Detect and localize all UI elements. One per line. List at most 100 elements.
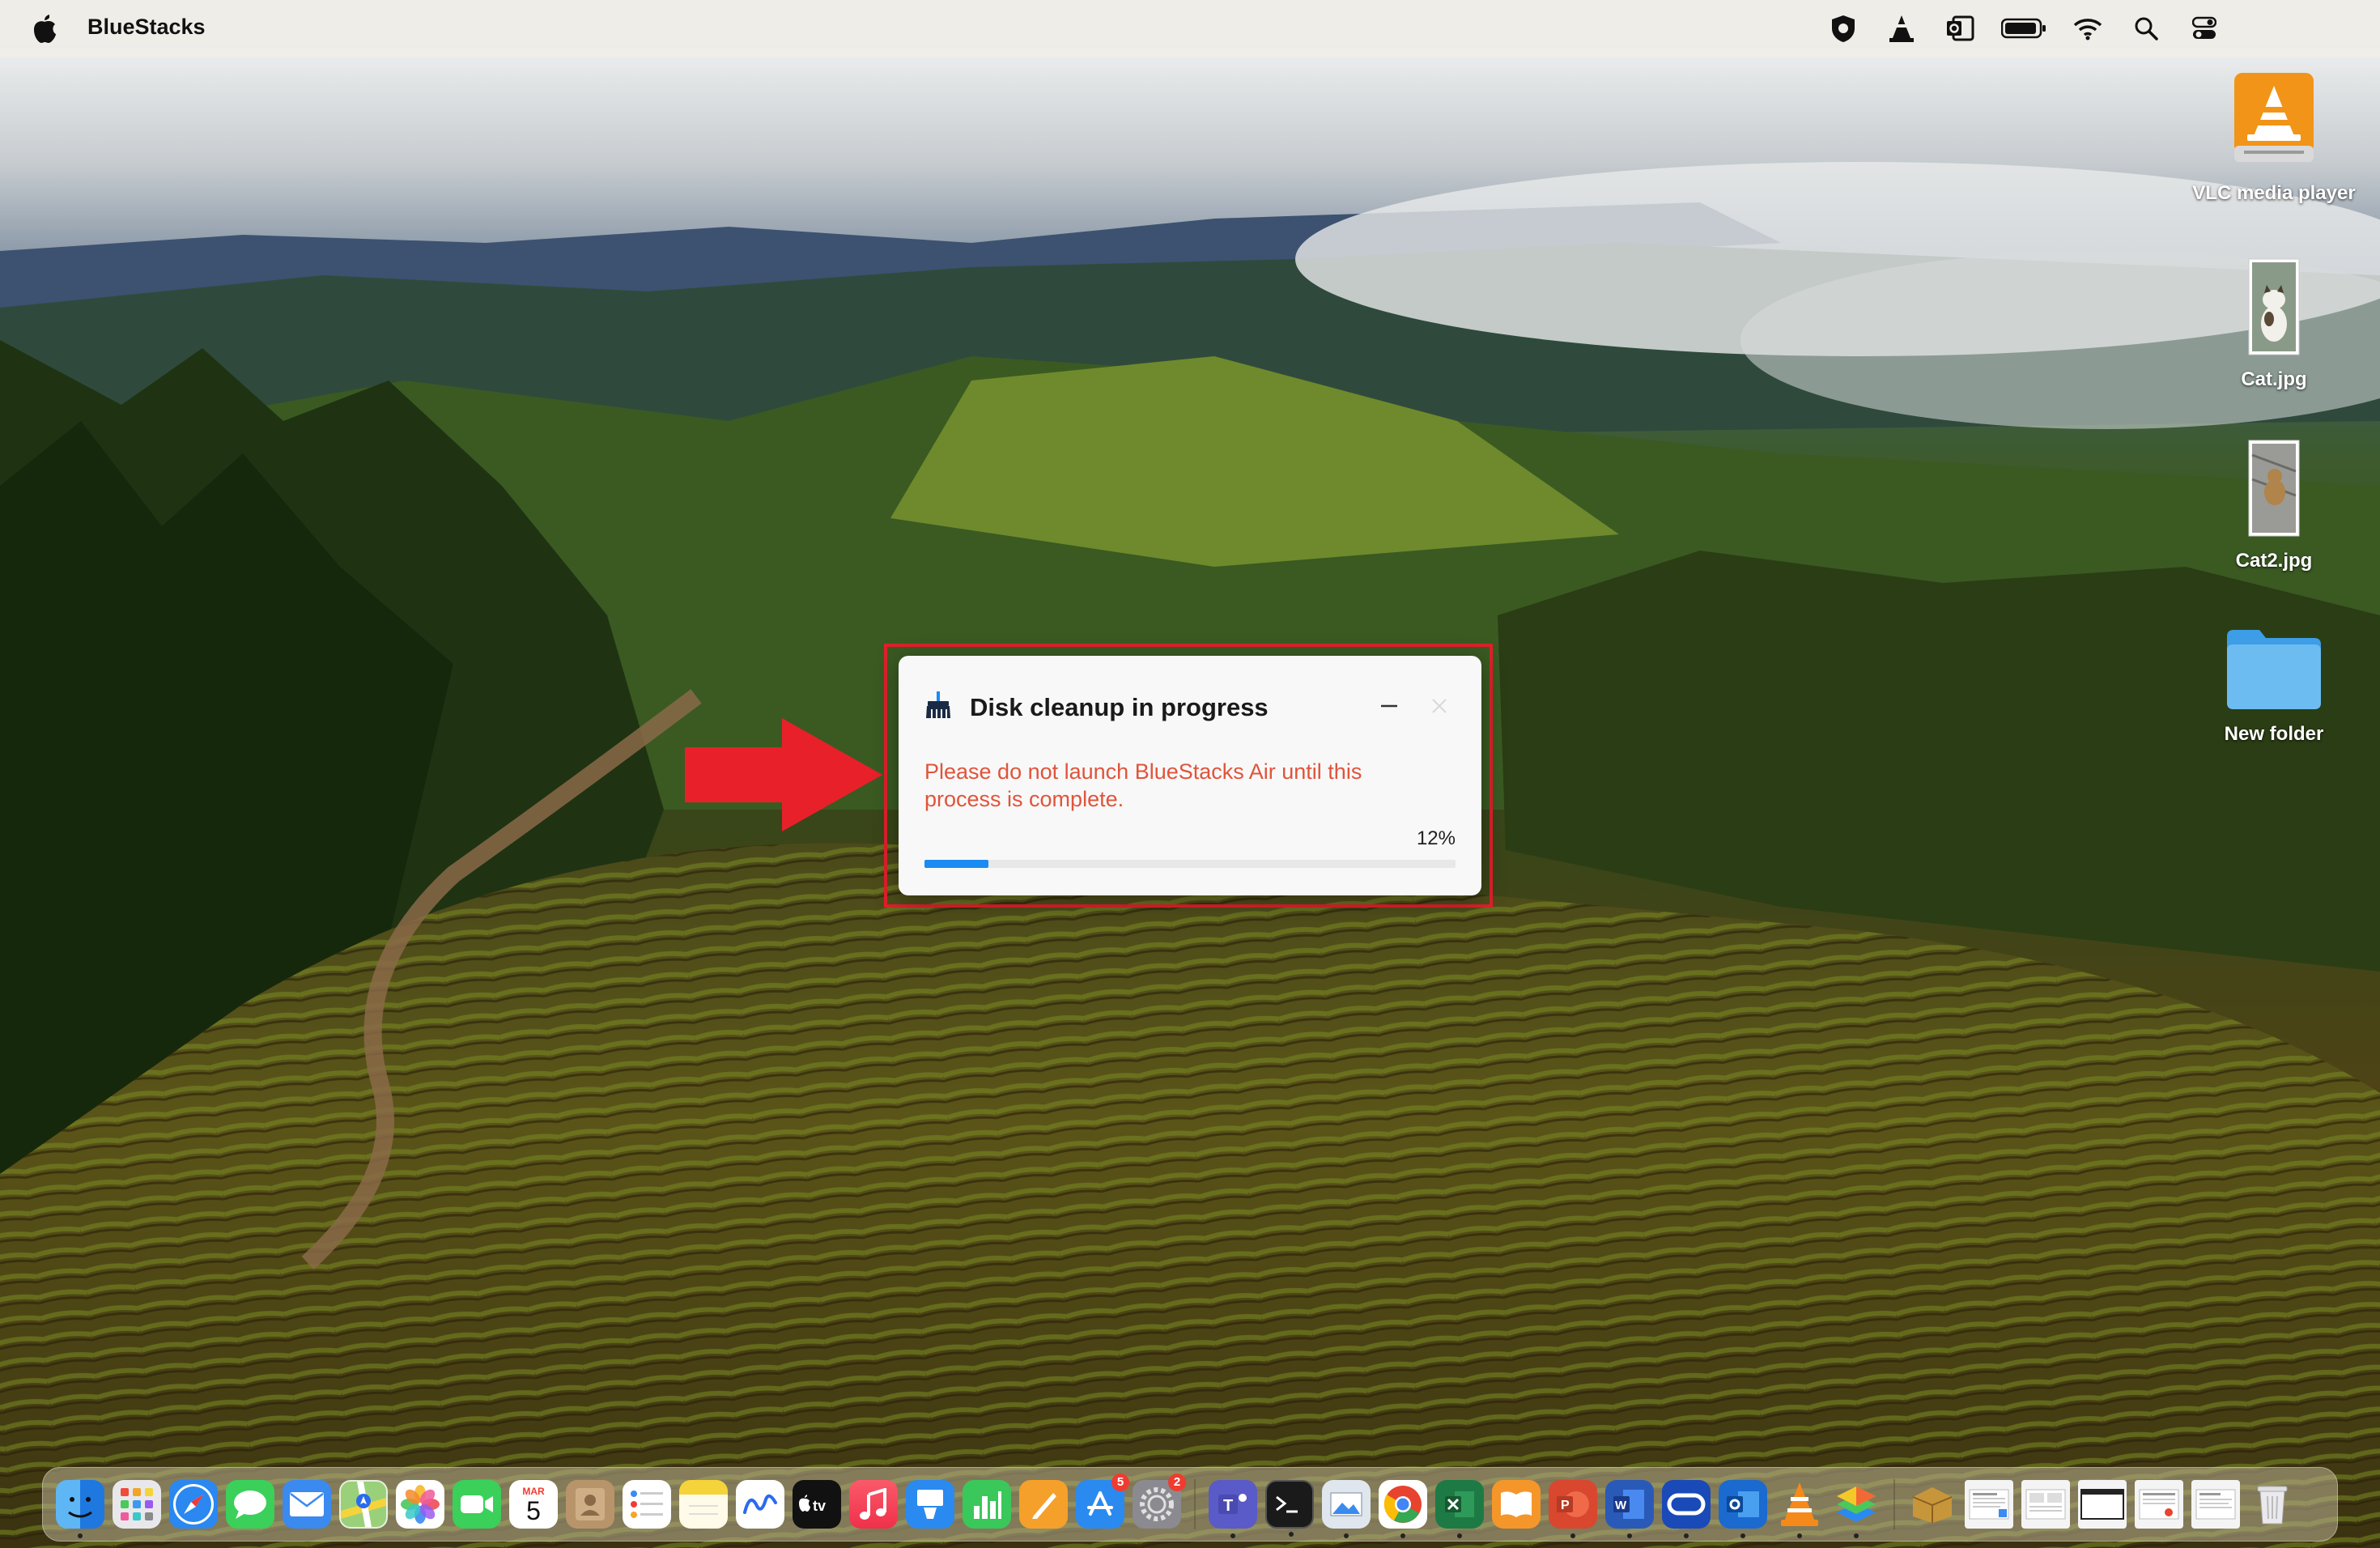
desktop-icon-label: Cat2.jpg [2235,550,2313,572]
desktop-icon-label: VLC media player [2192,182,2356,204]
dock-oracle[interactable] [1662,1480,1711,1538]
music-note-icon [860,1488,886,1520]
dock-reminders[interactable] [623,1480,671,1529]
minimize-icon[interactable] [1375,691,1404,721]
running-indicator [1289,1532,1294,1537]
folder-icon [2227,630,2321,709]
settings-badge: 2 [1168,1474,1186,1491]
preview-photos-icon [1330,1492,1362,1516]
dock-powerpoint[interactable]: P [1549,1480,1597,1538]
dock-freeform[interactable] [736,1480,784,1529]
svg-text:T: T [1223,1497,1233,1515]
dock-notes[interactable] [679,1480,728,1529]
active-app-name[interactable]: BlueStacks [87,15,206,40]
maps-icon [341,1482,386,1527]
photos-flower-icon [401,1485,440,1524]
archive-box-icon [1912,1487,1953,1523]
control-center-icon[interactable] [2187,11,2221,45]
dock-launchpad[interactable] [113,1480,161,1529]
dock-facetime[interactable] [453,1480,501,1529]
dock-doc-thumb-3[interactable] [2078,1480,2127,1529]
battery-icon[interactable] [2001,11,2046,45]
excel-icon [1445,1491,1474,1517]
dock-finder[interactable] [56,1480,104,1538]
dock-doc-thumb-4[interactable] [2135,1480,2183,1529]
launchpad-icon [121,1488,153,1520]
svg-text:W: W [1615,1499,1627,1512]
dock-mail[interactable] [283,1480,331,1529]
dock-teams[interactable]: T [1209,1480,1257,1538]
freeform-scribble-icon [743,1494,777,1514]
annotation-arrow [685,718,882,831]
keynote-podium-icon [917,1490,943,1519]
dock-outlook[interactable] [1719,1480,1767,1538]
dock: MAR 5 tv 5 2 T P W [42,1467,2338,1542]
close-icon[interactable] [1425,691,1454,721]
dock-trash[interactable] [2248,1480,2297,1529]
dock-doc-thumb-1[interactable] [1965,1480,2013,1529]
dock-books[interactable] [1492,1480,1541,1529]
dock-photos[interactable] [396,1480,444,1529]
settings-gear-icon [1140,1487,1174,1521]
dock-apple-tv[interactable]: tv [793,1480,841,1529]
dock-calendar[interactable]: MAR 5 [509,1480,558,1529]
dock-vlc[interactable] [1775,1480,1824,1538]
dock-numbers[interactable] [963,1480,1011,1529]
dock-music[interactable] [849,1480,898,1529]
vlc-icon [2234,73,2314,162]
running-indicator [1740,1533,1745,1538]
apple-tv-icon: tv [799,1495,826,1514]
vlc-cone-dock-icon [1781,1482,1818,1526]
running-indicator [78,1533,83,1538]
svg-text:tv: tv [813,1498,826,1514]
dock-app-store[interactable]: 5 [1076,1474,1129,1529]
powerpoint-icon: P [1557,1491,1589,1517]
menu-bar: BlueStacks [0,0,2380,57]
desktop-icon-label: Cat.jpg [2241,368,2307,390]
outlook-dock-icon [1727,1491,1759,1517]
dock-contacts[interactable] [566,1480,614,1529]
dock-preview[interactable] [1322,1480,1371,1538]
dock-word[interactable]: W [1605,1480,1654,1538]
app-store-badge: 5 [1111,1474,1129,1491]
vlc-cone-icon[interactable] [1885,11,1919,45]
dock-keynote[interactable] [906,1480,954,1529]
running-indicator [1570,1533,1575,1538]
broom-cleanup-icon [926,691,950,718]
messages-bubble-icon [234,1491,266,1519]
notes-lines-icon [689,1505,718,1515]
dock-terminal[interactable] [1265,1480,1314,1537]
status-icons [1826,11,2221,45]
dock-safari[interactable] [169,1480,218,1529]
wifi-icon[interactable] [2071,11,2105,45]
window-thumbnail-icon [2080,1489,2124,1520]
dock-doc-thumb-5[interactable] [2191,1480,2240,1529]
dock-chrome[interactable] [1379,1480,1427,1538]
reminders-list-icon [631,1491,663,1518]
trash-can-icon [2257,1486,2288,1525]
svg-text:P: P [1561,1499,1570,1512]
dock-archive-stack[interactable] [1908,1480,1957,1529]
dock-maps[interactable] [339,1480,388,1529]
document-thumbnail-icon [2025,1489,2066,1520]
desktop-icon-vlc[interactable]: VLC media player [2181,70,2367,205]
desktop-icon-cat2-jpg[interactable]: Cat2.jpg [2181,439,2367,572]
teams-icon: T [1218,1494,1247,1515]
dock-doc-thumb-2[interactable] [2021,1480,2070,1529]
search-icon[interactable] [2129,11,2163,45]
apple-menu-icon[interactable] [31,13,58,44]
running-indicator [1797,1533,1802,1538]
dock-system-settings[interactable]: 2 [1133,1474,1186,1529]
dock-pages[interactable] [1019,1480,1068,1529]
image-file-icon [2248,258,2300,355]
bluestacks-icon [1837,1486,1876,1522]
dock-messages[interactable] [226,1480,274,1529]
desktop-icon-cat-jpg[interactable]: Cat.jpg [2181,257,2367,391]
progress-bar [924,860,1456,868]
desktop-icon-new-folder[interactable]: New folder [2181,625,2367,746]
outlook-icon[interactable] [1943,11,1977,45]
document-thumbnail-icon [1969,1489,2009,1520]
dock-excel[interactable] [1435,1480,1484,1538]
dock-bluestacks[interactable] [1832,1480,1881,1538]
shield-icon[interactable] [1826,11,1860,45]
